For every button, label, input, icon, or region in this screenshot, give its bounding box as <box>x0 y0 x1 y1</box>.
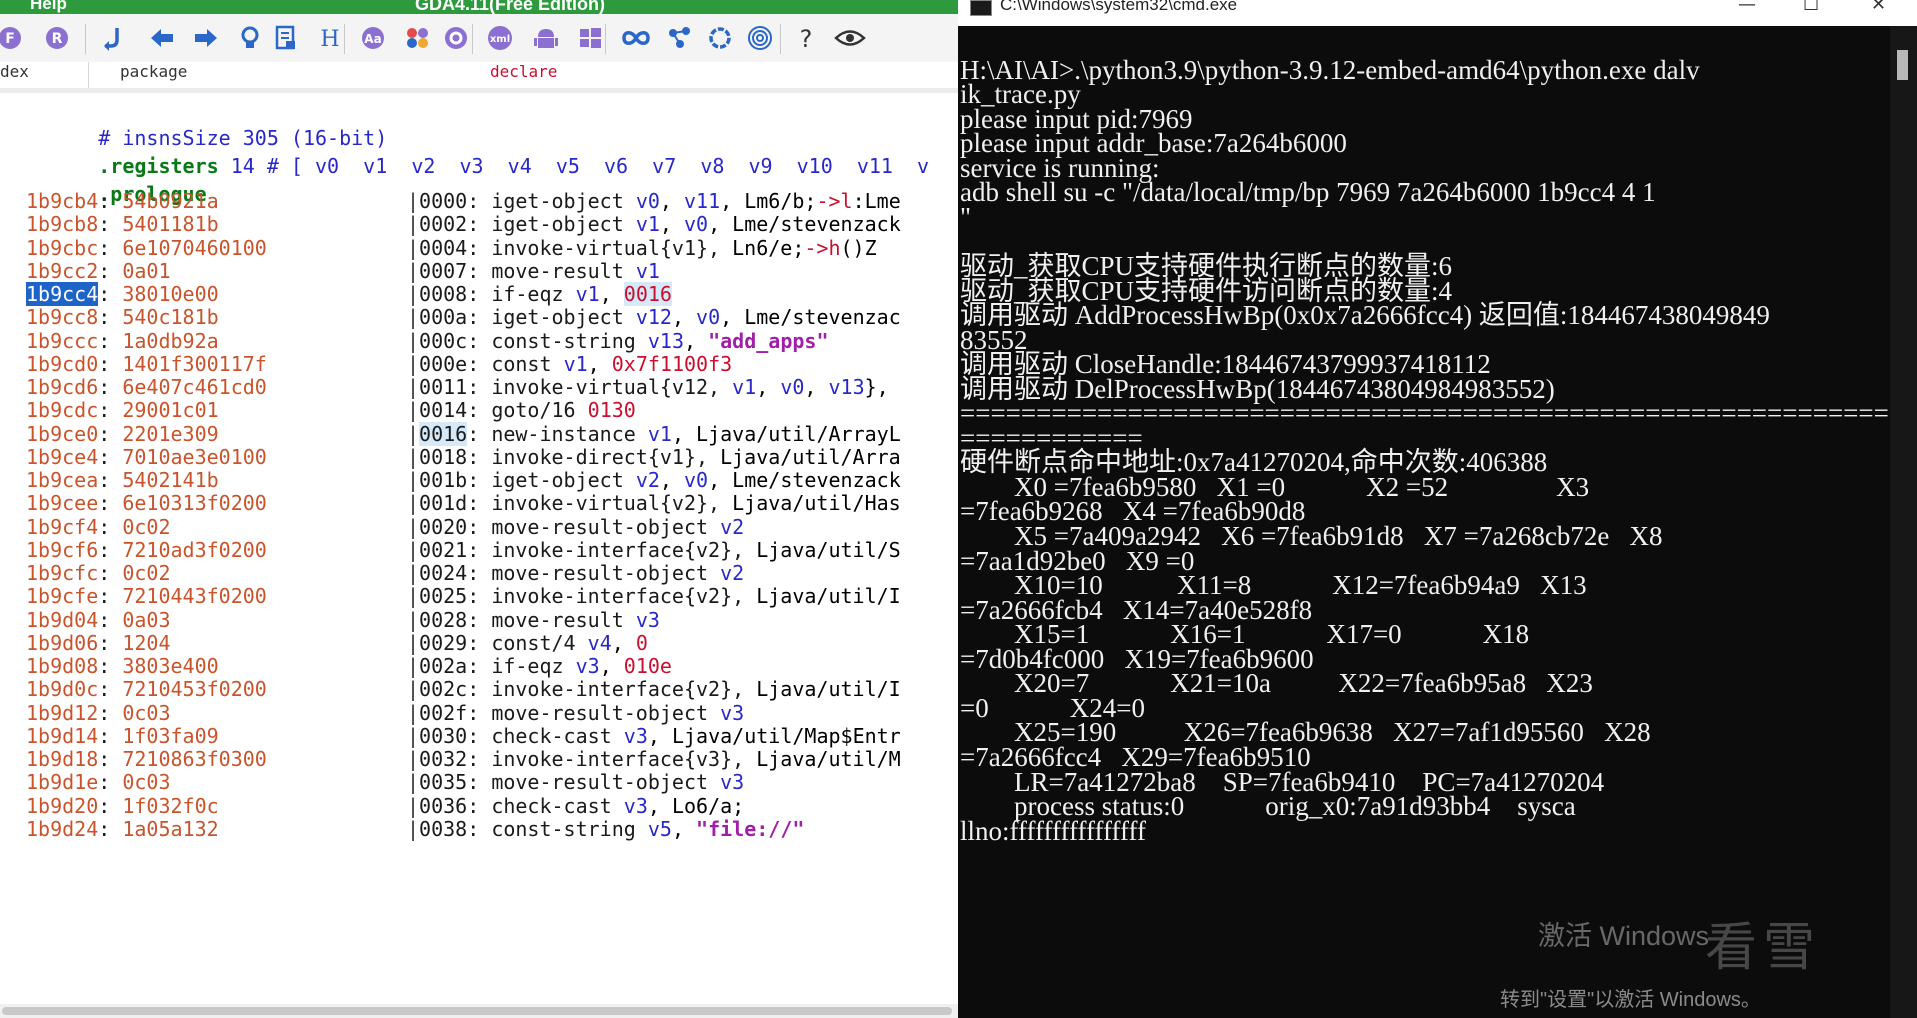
vertical-scrollbar[interactable] <box>1890 26 1917 1018</box>
console-line: llno:ffffffffffffffff <box>960 816 1147 846</box>
jump-icon[interactable] <box>97 22 129 54</box>
console-line: " <box>960 202 972 232</box>
eye-icon[interactable] <box>834 22 866 54</box>
arrow-left-icon[interactable] <box>146 22 178 54</box>
column-separator <box>0 88 958 93</box>
svg-text:xml: xml <box>490 34 510 45</box>
palette-icon[interactable] <box>402 22 434 54</box>
windows-icon[interactable] <box>574 22 606 54</box>
registers-line: .registers 14 # [ v0 v1 v2 v3 v4 v5 v6 v… <box>98 154 930 178</box>
toolbar-separator <box>85 24 86 54</box>
gda-window-title: GDA4.11(Free Edition) <box>415 0 606 14</box>
console-output[interactable]: H:\AI\AI>.\python3.9\python-3.9.12-embed… <box>958 30 1890 1018</box>
column-header-declare[interactable]: declare <box>482 62 958 88</box>
scrollbar-thumb[interactable] <box>2 1007 952 1015</box>
svg-text:F: F <box>5 31 15 47</box>
toolbar-separator <box>472 24 473 54</box>
gda-title-bar: Help GDA4.11(Free Edition) <box>0 0 958 14</box>
insns-size-comment: # insnsSize 305 (16-bit) <box>98 126 388 150</box>
molecule-icon[interactable] <box>664 22 696 54</box>
arrow-right-icon[interactable] <box>190 22 222 54</box>
console-line: adb shell su -c "/data/local/tmp/bp 7969… <box>960 177 1656 207</box>
instruction-address[interactable]: 1b9d24: 1a05a132 <box>26 815 219 843</box>
console-line: 调用驱动 AddProcessHwBp(0x0x7a2666fcc4) 返回值:… <box>960 300 1770 330</box>
toolbar-separator <box>605 24 606 54</box>
gear-icon[interactable] <box>440 22 472 54</box>
gda-window: Help GDA4.11(Free Edition) F R H Aa xml? dex… <box>0 0 958 1018</box>
sync-icon[interactable] <box>704 22 736 54</box>
scrollbar-thumb[interactable] <box>1897 50 1908 80</box>
console-icon <box>970 0 992 16</box>
cmd-title-bar: C:\Windows\system32\cmd.exe — ☐ ✕ <box>958 0 1917 26</box>
xml-icon[interactable]: xml <box>484 22 516 54</box>
minimize-icon[interactable]: — <box>1738 0 1756 15</box>
android-icon[interactable] <box>530 22 562 54</box>
r-circle-icon[interactable]: R <box>41 22 73 54</box>
toolbar-separator <box>780 24 781 54</box>
infinity-icon[interactable] <box>620 22 652 54</box>
svg-text:R: R <box>52 31 63 47</box>
column-header-package[interactable]: package <box>96 62 505 88</box>
fingerprint-icon[interactable] <box>744 22 776 54</box>
prologue-line: .prologue <box>98 182 207 206</box>
cmd-window: C:\Windows\system32\cmd.exe — ☐ ✕ H:\AI\… <box>958 0 1917 1018</box>
smali-code-view[interactable]: # insnsSize 305 (16-bit) .registers 14 #… <box>0 94 958 1004</box>
svg-text:Aa: Aa <box>364 32 381 46</box>
svg-text:?: ? <box>800 25 813 51</box>
toolbar-separator <box>344 24 345 54</box>
gda-toolbar: F R H Aa xml? <box>0 14 958 63</box>
instruction-text[interactable]: |0038: const-string v5, "file://" <box>407 815 804 843</box>
h-icon[interactable]: H <box>314 22 346 54</box>
lightbulb-icon[interactable] <box>234 22 266 54</box>
maximize-icon[interactable]: ☐ <box>1803 0 1819 15</box>
horizontal-scrollbar[interactable] <box>0 1004 958 1018</box>
activate-windows-subtitle: 转到"设置"以激活 Windows。 <box>1500 989 1761 1011</box>
site-watermark: 看雪 <box>1705 918 1822 978</box>
document-icon[interactable] <box>270 22 302 54</box>
help-icon[interactable]: ? <box>790 22 822 54</box>
back-circle-icon[interactable]: F <box>0 22 26 54</box>
svg-text:H: H <box>320 27 339 51</box>
cmd-window-title: C:\Windows\system32\cmd.exe <box>1000 0 1238 14</box>
close-icon[interactable]: ✕ <box>1871 0 1886 15</box>
menu-help[interactable]: Help <box>30 0 67 14</box>
code-row[interactable]: 1b9d24: 1a05a132 |0038: const-string v5, … <box>0 815 958 843</box>
column-header-index[interactable]: dex <box>0 62 89 88</box>
aa-icon[interactable]: Aa <box>357 22 389 54</box>
activate-windows-title: 激活 Windows <box>1538 921 1710 951</box>
